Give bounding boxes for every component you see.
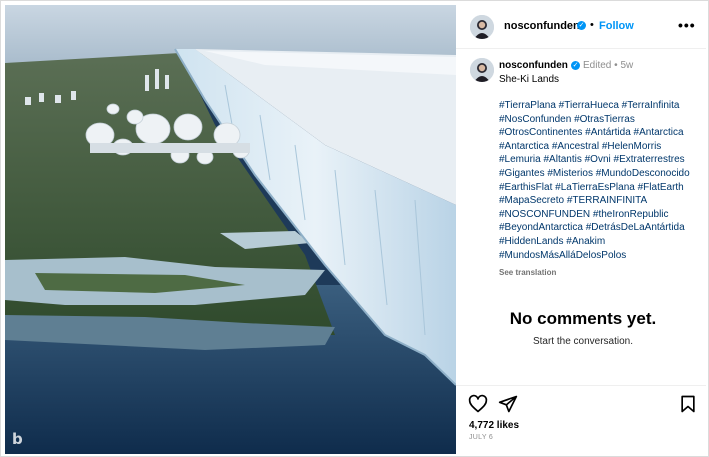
edited-label: Edited [583, 60, 612, 71]
hashtag-link[interactable]: #NosConfunden [499, 114, 571, 125]
hashtag-list: #TierraPlana #TierraHueca #TerraInfinita… [499, 99, 705, 262]
hashtag-link[interactable]: #Antarctica [499, 141, 549, 152]
hashtag-link[interactable]: #Gigantes [499, 168, 545, 179]
bing-watermark-icon: b [12, 430, 23, 448]
hashtag-link[interactable]: #TierraPlana [499, 100, 556, 111]
post-image[interactable]: b [5, 5, 456, 454]
bookmark-icon[interactable] [678, 394, 698, 414]
hashtag-link[interactable]: #LaTierraEsPlana [555, 182, 635, 193]
caption-avatar[interactable] [470, 58, 494, 82]
hashtag-link[interactable]: #TerraInfinita [622, 100, 680, 111]
hashtag-link[interactable]: #HiddenLands [499, 236, 564, 247]
hashtag-link[interactable]: #NOSCONFUNDEN [499, 209, 590, 220]
hashtag-link[interactable]: #TERRAINFINITA [567, 195, 647, 206]
meta-dot: • [614, 60, 618, 71]
hashtag-link[interactable]: #Ancestral [552, 141, 599, 152]
caption: nosconfunden ✓ Edited • 5w She-Ki Lands … [456, 50, 706, 335]
avatar[interactable] [470, 15, 494, 39]
hashtag-link[interactable]: #Extraterrestres [614, 154, 685, 165]
hashtag-link[interactable]: #Ovni [585, 154, 611, 165]
hashtag-link[interactable]: #Lemuria [499, 154, 541, 165]
hashtag-link[interactable]: #OtrosContinentes [499, 127, 582, 138]
hashtag-link[interactable]: #DetrásDeLaAntártida [586, 222, 685, 233]
username-link[interactable]: nosconfunden [504, 20, 580, 32]
more-icon[interactable]: ••• [678, 17, 696, 33]
empty-comments-subtitle: Start the conversation. [532, 336, 634, 347]
verified-icon: ✓ [577, 21, 586, 30]
hashtag-link[interactable]: #Anakim [566, 236, 605, 247]
hashtag-link[interactable]: #TierraHueca [559, 100, 619, 111]
hashtag-link[interactable]: #MapaSecreto [499, 195, 564, 206]
see-translation-link[interactable]: See translation [499, 268, 556, 277]
caption-title: She-Ki Lands [499, 74, 560, 85]
share-icon[interactable] [498, 394, 518, 414]
likes-count[interactable]: 4,772 likes [469, 420, 519, 431]
follow-button[interactable]: Follow [599, 20, 634, 32]
separator-dot: • [590, 19, 594, 31]
empty-comments-title: No comments yet. [509, 309, 657, 328]
heart-icon[interactable] [468, 394, 488, 414]
hashtag-link[interactable]: #Antarctica [634, 127, 684, 138]
hashtag-link[interactable]: #OtrasTierras [574, 114, 635, 125]
post-header: nosconfunden ✓ • Follow ••• [456, 5, 706, 49]
hashtag-link[interactable]: #Altantis [543, 154, 581, 165]
post-age[interactable]: 5w [620, 60, 633, 71]
hashtag-link[interactable]: #MundoDesconocido [596, 168, 690, 179]
post-side-panel: nosconfunden ✓ • Follow ••• nosconfunden… [456, 1, 709, 457]
hashtag-link[interactable]: #BeyondAntarctica [499, 222, 583, 233]
post-window: b nosconfunden ✓ • Follow ••• nosconfund… [0, 0, 709, 457]
action-bar: 4,772 likes JULY 6 [456, 385, 706, 457]
post-image-art [5, 5, 456, 454]
hashtag-link[interactable]: #HelenMorris [602, 141, 661, 152]
verified-icon: ✓ [571, 61, 580, 70]
hashtag-link[interactable]: #EarthisFlat [499, 182, 552, 193]
hashtag-link[interactable]: #Misterios [547, 168, 593, 179]
post-meta: Edited • 5w [583, 60, 633, 71]
hashtag-link[interactable]: #FlatEarth [638, 182, 684, 193]
caption-username[interactable]: nosconfunden [499, 60, 568, 71]
hashtag-link[interactable]: #theIronRepublic [593, 209, 669, 220]
hashtag-link[interactable]: #MundosMásAlláDelosPolos [499, 250, 626, 261]
hashtag-link[interactable]: #Antártida [585, 127, 631, 138]
post-date: JULY 6 [469, 434, 494, 441]
